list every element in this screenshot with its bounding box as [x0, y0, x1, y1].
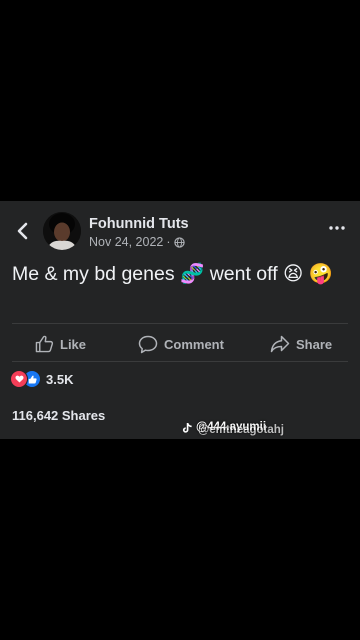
post-date[interactable]: Nov 24, 2022 [89, 235, 163, 249]
screen: Fohunnid Tuts Nov 24, 2022 · Me & my bd … [0, 0, 360, 640]
share-label: Share [296, 336, 333, 352]
ellipsis-icon [329, 226, 345, 230]
more-options-button[interactable] [328, 223, 346, 233]
share-arrow-icon [270, 335, 290, 353]
speech-bubble-icon [138, 335, 158, 353]
like-label: Like [60, 336, 87, 352]
like-button[interactable]: Like [35, 331, 86, 357]
globe-icon [173, 236, 185, 248]
chevron-left-icon [17, 222, 28, 240]
back-button[interactable] [12, 220, 32, 242]
tiktok-icon [182, 422, 192, 433]
reactions-summary[interactable]: 3.5K [10, 370, 73, 388]
avatar-image [43, 212, 81, 250]
shares-count[interactable]: 116,642 Shares [12, 408, 105, 423]
author-name[interactable]: Fohunnid Tuts [89, 216, 189, 232]
comment-button[interactable]: Comment [138, 331, 224, 357]
facebook-post-card: Fohunnid Tuts Nov 24, 2022 · Me & my bd … [0, 201, 360, 439]
post-meta: Nov 24, 2022 · [89, 235, 185, 249]
reaction-count: 3.5K [46, 371, 74, 387]
divider-top [12, 323, 348, 324]
post-actions: Like Comment Share [0, 331, 360, 357]
share-button[interactable]: Share [270, 331, 332, 357]
watermark-handle-2: @emtheagotahj [198, 424, 284, 436]
comment-label: Comment [164, 336, 224, 352]
tiktok-watermark: @444.ayumii @emtheagotahj [182, 421, 284, 436]
meta-separator: · [166, 235, 171, 249]
heart-icon [10, 370, 28, 388]
divider-bottom [12, 361, 348, 362]
post-text: Me & my bd genes 🧬 went off 😫 🤪 [12, 263, 334, 285]
thumbs-up-icon [35, 335, 54, 353]
author-avatar[interactable] [43, 212, 81, 250]
